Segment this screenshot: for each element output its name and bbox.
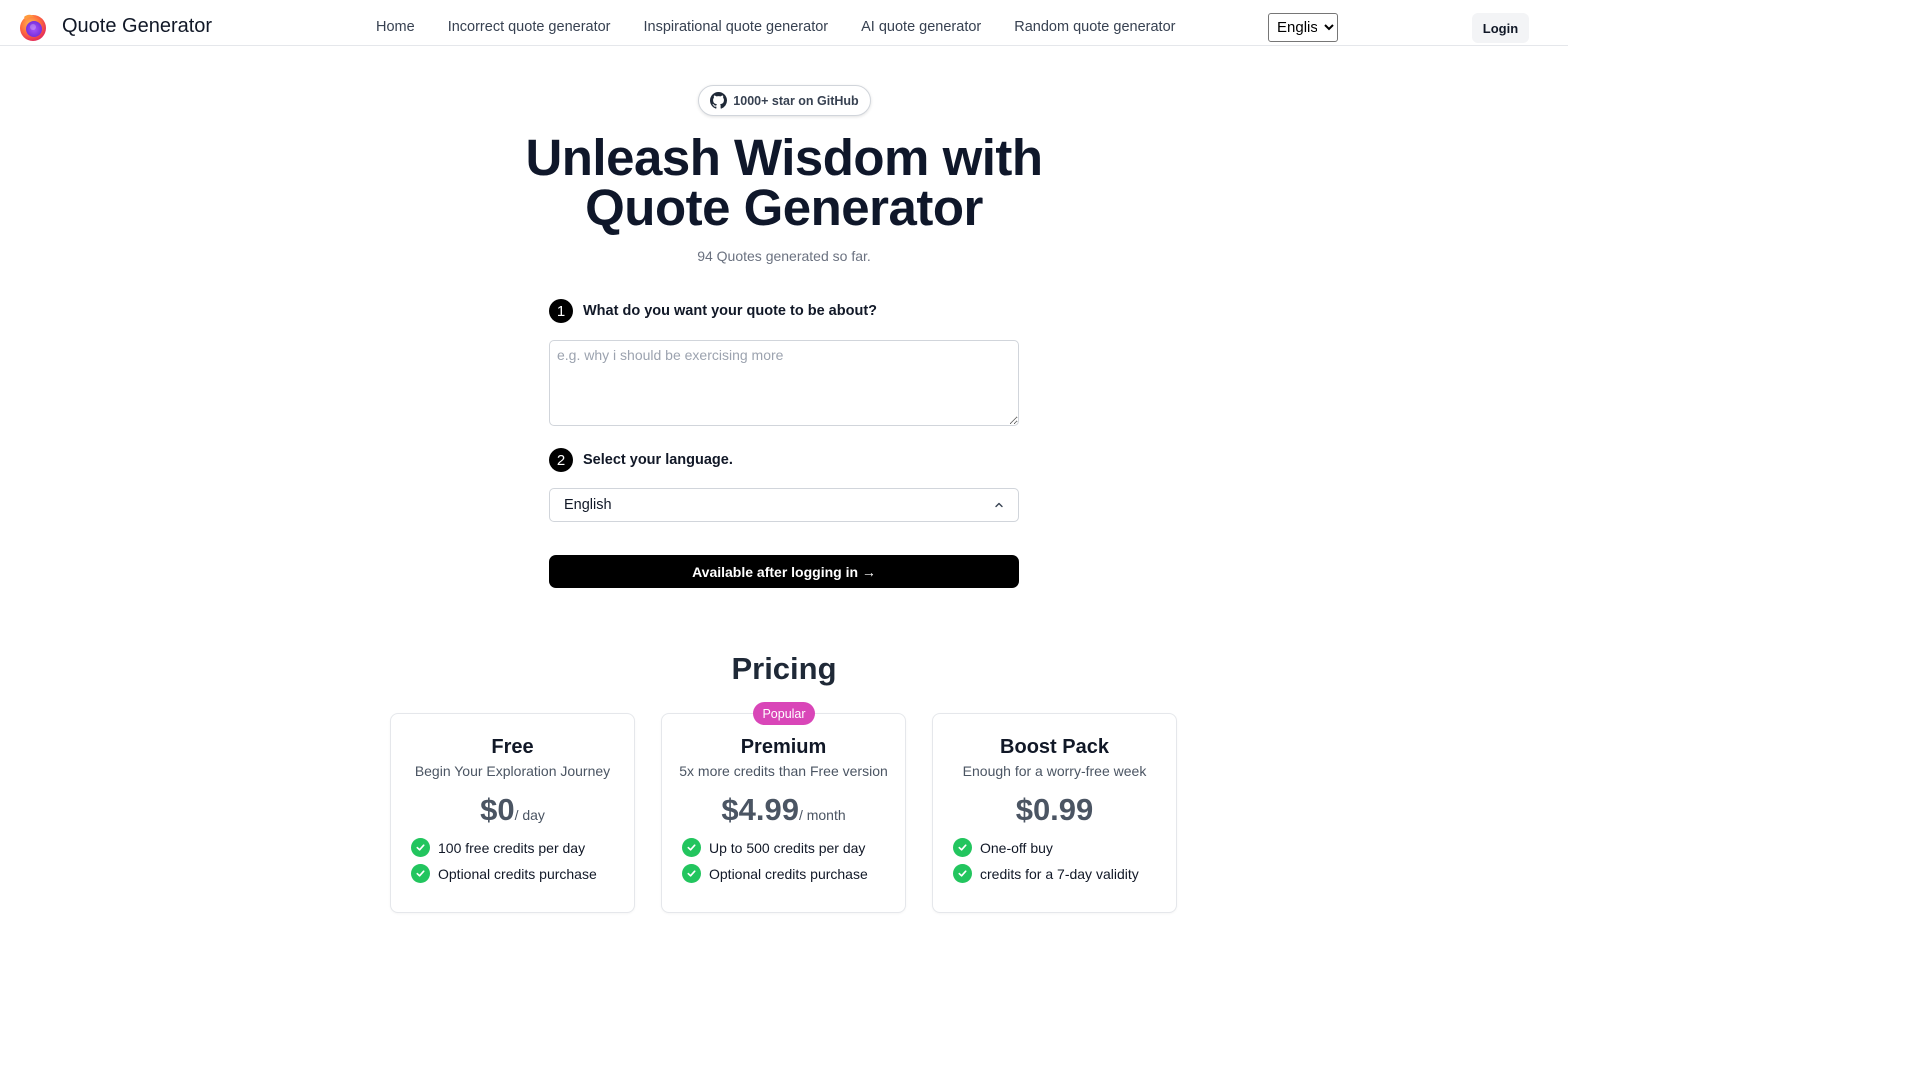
plan-feature-text: 100 free credits per day: [438, 839, 586, 856]
hero-title: Unleash Wisdom with Quote Generator: [384, 132, 1184, 236]
plan-feature: 100 free credits per day: [411, 838, 585, 857]
nav-ai-quote-generator[interactable]: AI quote generator: [861, 19, 981, 35]
pricing-card-free[interactable]: Free Begin Your Exploration Journey $0/ …: [390, 713, 635, 913]
popular-badge: Popular: [753, 702, 815, 725]
plan-feature-text: credits for a 7-day validity: [980, 865, 1139, 882]
github-star-badge[interactable]: 1000+ star on GitHub: [698, 85, 871, 116]
check-icon: [411, 864, 430, 883]
check-icon: [411, 838, 430, 857]
plan-price: $0/ day: [391, 792, 634, 828]
top-navbar: Quote Generator Home Incorrect quote gen…: [0, 0, 1568, 46]
plan-feature-text: Optional credits purchase: [438, 865, 597, 882]
header-language-select[interactable]: English: [1268, 13, 1338, 42]
nav-inspirational-quote-generator[interactable]: Inspirational quote generator: [644, 19, 829, 35]
step-1-label: What do you want your quote to be about?: [583, 303, 878, 319]
plan-price-amount: $0.99: [1015, 792, 1094, 827]
plan-feature: One-off buy: [953, 838, 1053, 857]
chevron-up-icon: [995, 502, 1003, 508]
step-1-number: 1: [549, 299, 573, 323]
plan-price: $0.99: [933, 792, 1176, 828]
plan-description: Enough for a worry-free week: [962, 763, 1147, 779]
firefox-logo-icon[interactable]: [18, 12, 48, 42]
generate-quote-button[interactable]: Available after logging in →: [549, 555, 1019, 588]
brand-name[interactable]: Quote Generator: [62, 15, 212, 38]
github-icon: [710, 92, 728, 109]
plan-price-amount: $4.99: [721, 792, 799, 827]
quote-topic-input[interactable]: [549, 340, 1019, 426]
step-2: 2 Select your language.: [549, 448, 733, 472]
plan-name: Boost Pack: [1000, 736, 1109, 758]
plan-description: Begin Your Exploration Journey: [414, 763, 611, 779]
hero-title-line-2: Quote Generator: [585, 179, 983, 236]
plan-price-period: / month: [798, 807, 846, 823]
github-star-label: 1000+ star on GitHub: [733, 93, 859, 108]
pricing-card-premium[interactable]: Premium 5x more credits than Free versio…: [661, 713, 906, 913]
plan-feature-text: Optional credits purchase: [709, 865, 868, 882]
plan-feature: Optional credits purchase: [682, 864, 868, 883]
check-icon: [682, 838, 701, 857]
nav-incorrect-quote-generator[interactable]: Incorrect quote generator: [448, 19, 611, 35]
plan-feature: Optional credits purchase: [411, 864, 597, 883]
step-2-label: Select your language.: [583, 452, 733, 468]
plan-feature-text: Up to 500 credits per day: [709, 839, 866, 856]
plan-description: 5x more credits than Free version: [679, 763, 888, 779]
check-icon: [953, 864, 972, 883]
plan-name: Premium: [740, 736, 827, 758]
quote-language-value: English: [564, 497, 612, 513]
pricing-card-boost-pack[interactable]: Boost Pack Enough for a worry-free week …: [932, 713, 1177, 913]
nav-random-quote-generator[interactable]: Random quote generator: [1014, 19, 1175, 35]
plan-name: Free: [491, 736, 534, 758]
check-icon: [682, 864, 701, 883]
plan-feature: Up to 500 credits per day: [682, 838, 865, 857]
quotes-generated-count: 94 Quotes generated so far.: [697, 248, 871, 264]
main-nav: Home Incorrect quote generator Inspirati…: [360, 19, 1208, 35]
hero-title-line-1: Unleash Wisdom with: [525, 129, 1043, 186]
plan-price-amount: $0: [480, 792, 515, 827]
nav-home[interactable]: Home: [376, 19, 415, 35]
check-icon: [953, 838, 972, 857]
pricing-title: Pricing: [731, 651, 837, 686]
quote-language-select[interactable]: English: [549, 488, 1019, 522]
login-button[interactable]: Login: [1472, 13, 1529, 43]
step-2-number: 2: [549, 448, 573, 472]
plan-feature-text: One-off buy: [980, 839, 1053, 856]
plan-price: $4.99/ month: [662, 792, 905, 828]
step-1: 1 What do you want your quote to be abou…: [549, 299, 877, 323]
plan-feature: credits for a 7-day validity: [953, 864, 1139, 883]
plan-price-period: / day: [514, 807, 545, 823]
